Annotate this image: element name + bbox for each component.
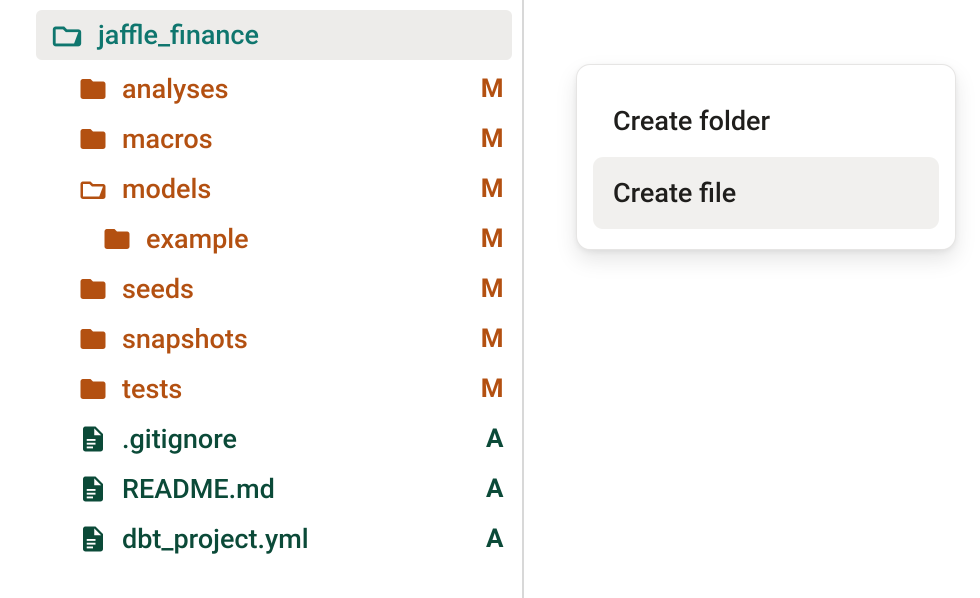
tree-item-example[interactable]: example M [6, 214, 522, 264]
git-status-badge: M [481, 274, 504, 304]
git-status-badge: M [481, 74, 504, 104]
tree-item-label: models [122, 173, 481, 205]
git-status-badge: M [481, 224, 504, 254]
file-icon [78, 424, 108, 454]
file-icon [78, 474, 108, 504]
menu-item-label: Create file [613, 177, 736, 209]
tree-item-readme[interactable]: README.md A [6, 464, 522, 514]
tree-item-label: dbt_project.yml [122, 523, 486, 555]
tree-root[interactable]: jaffle_finance [36, 10, 512, 60]
tree-item-label: snapshots [122, 323, 481, 355]
tree-item-label: seeds [122, 273, 481, 305]
tree-item-label: example [146, 223, 481, 255]
file-icon [78, 524, 108, 554]
git-status-badge: A [486, 474, 504, 504]
tree-item-label: analyses [122, 73, 481, 105]
folder-open-icon [50, 18, 84, 52]
tree-item-tests[interactable]: tests M [6, 364, 522, 414]
tree-item-label: macros [122, 123, 481, 155]
menu-item-label: Create folder [613, 105, 770, 137]
folder-closed-icon [78, 74, 108, 104]
tree-item-macros[interactable]: macros M [6, 114, 522, 164]
context-menu: Create folder Create file [576, 64, 956, 250]
tree-item-label: tests [122, 373, 481, 405]
menu-item-create-file[interactable]: Create file [593, 157, 939, 229]
folder-closed-icon [78, 124, 108, 154]
git-status-badge: M [481, 374, 504, 404]
tree-item-label: .gitignore [122, 423, 486, 455]
tree-item-gitignore[interactable]: .gitignore A [6, 414, 522, 464]
git-status-badge: A [486, 524, 504, 554]
folder-closed-icon [78, 324, 108, 354]
tree-item-analyses[interactable]: analyses M [6, 64, 522, 114]
git-status-badge: M [481, 124, 504, 154]
tree-item-snapshots[interactable]: snapshots M [6, 314, 522, 364]
tree-item-label: README.md [122, 473, 486, 505]
folder-closed-icon [78, 274, 108, 304]
folder-open-icon [78, 174, 108, 204]
menu-item-create-folder[interactable]: Create folder [593, 85, 939, 157]
git-status-badge: A [486, 424, 504, 454]
git-status-badge: M [481, 324, 504, 354]
tree-item-seeds[interactable]: seeds M [6, 264, 522, 314]
tree-item-dbt-project-yml[interactable]: dbt_project.yml A [6, 514, 522, 564]
file-tree: jaffle_finance analyses M macros M model… [0, 0, 524, 598]
tree-root-label: jaffle_finance [98, 19, 494, 51]
tree-item-models[interactable]: models M [6, 164, 522, 214]
git-status-badge: M [481, 174, 504, 204]
folder-closed-icon [102, 224, 132, 254]
folder-closed-icon [78, 374, 108, 404]
